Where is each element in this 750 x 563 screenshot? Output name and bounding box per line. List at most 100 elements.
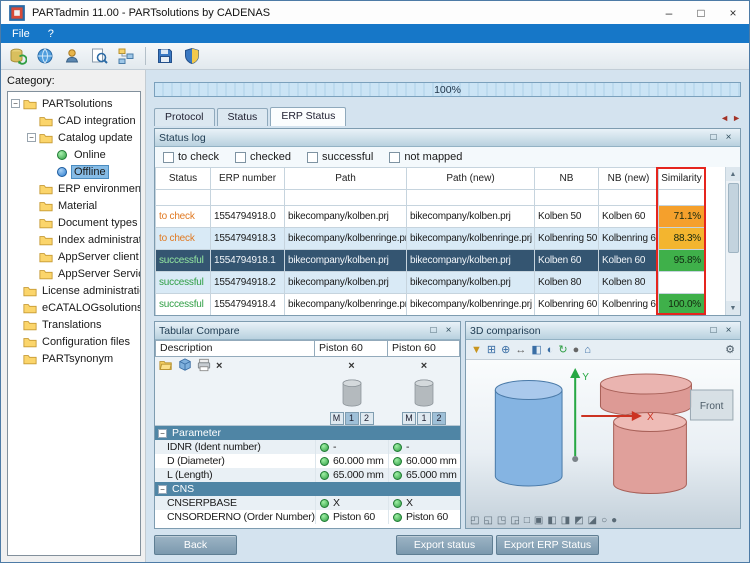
settings-gear-icon[interactable]: ⚙ — [725, 344, 735, 356]
perspective-icon[interactable]: ○ — [601, 515, 607, 526]
close-panel-icon[interactable]: × — [721, 132, 736, 143]
collapse-icon[interactable]: − — [11, 99, 20, 108]
shading-icon[interactable]: ◩ — [574, 515, 583, 526]
tree-item-ecatalogsolutions[interactable]: eCATALOGsolutions — [8, 299, 140, 316]
view-mode-2-button[interactable]: 2 — [360, 412, 374, 425]
filter-cell[interactable] — [535, 190, 599, 206]
maximize-panel-icon[interactable]: □ — [706, 132, 721, 143]
tab-erp-status[interactable]: ERP Status — [270, 107, 346, 126]
parameter-row[interactable]: L (Length) 65.000 mm 65.000 mm — [155, 468, 460, 482]
search-icon[interactable] — [89, 46, 109, 66]
checkbox-checked[interactable] — [235, 152, 246, 163]
section-cns[interactable]: −CNS — [155, 482, 460, 496]
column-header-nb[interactable]: NB — [535, 168, 599, 190]
view-mode-m-button[interactable]: M — [402, 412, 416, 425]
tree-item-offline[interactable]: Offline — [8, 163, 140, 180]
view-right-icon[interactable]: ◲ — [510, 515, 519, 526]
tree-item-license-administration[interactable]: License administration — [8, 282, 140, 299]
tree-item-material[interactable]: Material — [8, 197, 140, 214]
close-icon[interactable]: × — [717, 1, 749, 24]
view-left-icon[interactable]: ◳ — [497, 515, 506, 526]
parameter-row[interactable]: CNSERPBASE X X — [155, 496, 460, 510]
table-row[interactable]: successful 1554794918.2 bikecompany/kolb… — [156, 272, 705, 294]
collapse-section-icon[interactable]: − — [158, 485, 167, 494]
view-mode-1-button[interactable]: 1 — [417, 412, 431, 425]
home-view-icon[interactable]: ⌂ — [584, 344, 591, 356]
remove-part-2-icon[interactable]: × — [388, 357, 460, 375]
tab-scroll-right-icon[interactable]: ► — [732, 113, 741, 123]
tree-item-appserver-service[interactable]: AppServer Service — [8, 265, 140, 282]
tree-item-partsolutions[interactable]: −PARTsolutions — [8, 95, 140, 112]
tree-item-catalog-update[interactable]: −Catalog update — [8, 129, 140, 146]
checkbox-successful[interactable] — [307, 152, 318, 163]
wireframe-icon[interactable]: ◪ — [588, 515, 597, 526]
tree-item-appserver-client[interactable]: AppServer client — [8, 248, 140, 265]
scroll-down-icon[interactable]: ▼ — [726, 301, 740, 315]
filter-cell[interactable] — [285, 190, 407, 206]
view-bottom-icon[interactable]: ◱ — [483, 515, 492, 526]
tab-protocol[interactable]: Protocol — [154, 108, 215, 126]
view-front-icon[interactable]: □ — [524, 515, 530, 526]
view-mode-1-button[interactable]: 1 — [345, 412, 359, 425]
folder-structure-icon[interactable] — [116, 46, 136, 66]
tree-item-document-types[interactable]: Document types — [8, 214, 140, 231]
parameter-row[interactable]: CNSORDERNO (Order Number) Piston 60 Pist… — [155, 510, 460, 524]
filter-cell[interactable] — [659, 190, 705, 206]
column-header-path[interactable]: Path — [285, 168, 407, 190]
scrollbar-thumb[interactable] — [728, 183, 739, 253]
table-row[interactable]: to check 1554794918.3 bikecompany/kolben… — [156, 228, 705, 250]
online-globe-icon[interactable] — [35, 46, 55, 66]
tree-item-online[interactable]: Online — [8, 146, 140, 163]
view-iso2-icon[interactable]: ◨ — [561, 515, 570, 526]
export-status-button[interactable]: Export status — [396, 535, 493, 555]
column-header-nb-new[interactable]: NB (new) — [599, 168, 659, 190]
measure-icon[interactable]: ↔ — [515, 344, 526, 356]
ortho-icon[interactable]: ● — [611, 515, 617, 526]
print-icon[interactable] — [197, 358, 211, 375]
export-erp-status-button[interactable]: Export ERP Status — [496, 535, 599, 555]
tree-item-cad-integration[interactable]: CAD integration — [8, 112, 140, 129]
close-panel-icon[interactable]: × — [721, 325, 736, 336]
view-iso-icon[interactable]: ◧ — [547, 515, 556, 526]
camera-icon[interactable]: ● — [573, 344, 580, 356]
parameter-row[interactable]: IDNR (Ident number) - - — [155, 440, 460, 454]
open-folder-icon[interactable] — [159, 358, 173, 375]
view-mode-m-button[interactable]: M — [330, 412, 344, 425]
view-back-icon[interactable]: ▣ — [534, 515, 543, 526]
tree-item-translations[interactable]: Translations — [8, 316, 140, 333]
scroll-up-icon[interactable]: ▲ — [726, 167, 740, 181]
close-panel-icon[interactable]: × — [441, 325, 456, 336]
save-icon[interactable] — [155, 46, 175, 66]
tree-item-partsynonym[interactable]: PARTsynonym — [8, 350, 140, 367]
tree-item-index-administration[interactable]: Index administration — [8, 231, 140, 248]
maximize-panel-icon[interactable]: □ — [426, 325, 441, 336]
back-button[interactable]: Back — [154, 535, 237, 555]
column-header-erp-number[interactable]: ERP number — [211, 168, 285, 190]
maximize-icon[interactable]: □ — [685, 1, 717, 24]
column-header-status[interactable]: Status — [156, 168, 211, 190]
table-row[interactable]: to check 1554794918.0 bikecompany/kolben… — [156, 206, 705, 228]
tree-item-configuration-files[interactable]: Configuration files — [8, 333, 140, 350]
cad-model-icon[interactable] — [178, 358, 192, 375]
filter-icon[interactable]: ▼ — [471, 344, 482, 356]
checkbox-to-check[interactable] — [163, 152, 174, 163]
filter-cell[interactable] — [211, 190, 285, 206]
parameter-row[interactable]: D (Diameter) 60.000 mm 60.000 mm — [155, 454, 460, 468]
section-icon[interactable]: ◧ — [531, 344, 541, 356]
filter-cell[interactable] — [407, 190, 535, 206]
view-top-icon[interactable]: ◰ — [470, 515, 479, 526]
collapse-icon[interactable]: − — [27, 133, 36, 142]
checkbox-not-mapped[interactable] — [389, 152, 400, 163]
maximize-panel-icon[interactable]: □ — [706, 325, 721, 336]
rotate-icon[interactable]: ↻ — [558, 344, 567, 356]
collapse-section-icon[interactable]: − — [158, 429, 167, 438]
column-header-similarity[interactable]: Similarity — [659, 168, 705, 190]
menu-file[interactable]: File — [3, 26, 39, 42]
column-header-path-new[interactable]: Path (new) — [407, 168, 535, 190]
tab-scroll-left-icon[interactable]: ◄ — [720, 113, 729, 123]
catalog-update-icon[interactable] — [8, 46, 28, 66]
security-shield-icon[interactable] — [182, 46, 202, 66]
minimize-icon[interactable]: – — [653, 1, 685, 24]
zoom-icon[interactable]: ⊕ — [501, 344, 510, 356]
section-parameter[interactable]: −Parameter — [155, 426, 460, 440]
